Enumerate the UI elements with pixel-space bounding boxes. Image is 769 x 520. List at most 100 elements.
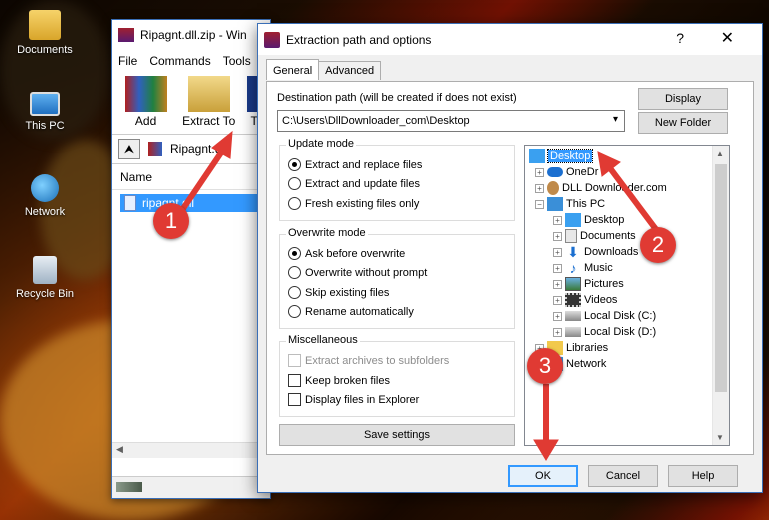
winrar-pathbar: ⮝ Ripagnt.dll. xyxy=(112,134,270,164)
menu-file[interactable]: File xyxy=(118,54,137,68)
tab-advanced[interactable]: Advanced xyxy=(318,61,382,80)
up-folder-button[interactable]: ⮝ xyxy=(118,139,140,159)
tree-node-desktop[interactable]: Desktop xyxy=(529,148,594,164)
desktop-icon-label: This PC xyxy=(25,120,65,132)
drive-key-icon xyxy=(116,482,142,492)
dll-file-icon xyxy=(124,195,136,211)
file-row-selected[interactable]: ripagnt.dll xyxy=(120,194,270,212)
expand-icon[interactable]: + xyxy=(553,279,562,289)
tree-label: Desktop xyxy=(584,214,625,226)
checkbox[interactable] xyxy=(288,374,301,387)
cloud-icon xyxy=(547,167,563,177)
column-header-name[interactable]: Name xyxy=(112,164,270,190)
menu-tools[interactable]: Tools xyxy=(223,54,251,68)
tree-node-downloads[interactable]: + ⬇ Downloads xyxy=(553,244,638,260)
radio-label: Rename automatically xyxy=(305,305,414,318)
close-icon[interactable]: ✕ xyxy=(721,28,734,48)
tab-general[interactable]: General xyxy=(266,59,320,80)
desktop-icon-this-pc[interactable]: This PC xyxy=(5,92,85,132)
save-settings-button[interactable]: Save settings xyxy=(279,424,515,446)
overwrite-mode-group: Overwrite mode Ask before overwrite Over… xyxy=(279,227,515,329)
tree-node-dll-downloader[interactable]: + DLL Downloader.com xyxy=(535,180,667,196)
radio-label: Extract and replace files xyxy=(305,158,423,171)
archive-icon xyxy=(148,142,162,156)
radio-button[interactable] xyxy=(288,305,301,318)
radio-button[interactable] xyxy=(288,286,301,299)
expand-icon[interactable]: + xyxy=(553,327,562,337)
expand-icon[interactable]: + xyxy=(535,183,544,193)
desktop-icon-network[interactable]: Network xyxy=(5,174,85,218)
radio-label: Skip existing files xyxy=(305,286,390,299)
tree-label: OneDr xyxy=(566,166,599,178)
radio-rename-automatically[interactable]: Rename automatically xyxy=(288,305,414,318)
tree-node-this-pc[interactable]: − This PC xyxy=(535,196,605,212)
tree-node-videos[interactable]: + Videos xyxy=(553,292,617,308)
help-icon[interactable]: ? xyxy=(676,30,684,46)
radio-ask-before-overwrite[interactable]: Ask before overwrite xyxy=(288,247,405,260)
checkbox-display-in-explorer[interactable]: Display files in Explorer xyxy=(288,393,419,406)
scroll-down-icon[interactable]: ▼ xyxy=(716,433,724,442)
expand-icon[interactable]: + xyxy=(553,295,562,305)
tree-vertical-scrollbar[interactable]: ▲ ▼ xyxy=(712,146,729,445)
display-button[interactable]: Display xyxy=(638,88,728,110)
winrar-toolbar: Add Extract To T xyxy=(112,72,270,134)
step-marker-2: 2 xyxy=(640,227,676,263)
dialog-tabs: General Advanced xyxy=(266,59,382,80)
radio-button[interactable] xyxy=(288,177,301,190)
checkbox-keep-broken-files[interactable]: Keep broken files xyxy=(288,374,390,387)
expand-icon[interactable]: + xyxy=(553,231,562,241)
radio-button[interactable] xyxy=(288,266,301,279)
folder-tree[interactable]: Desktop + OneDr + DLL Downloader.com − T… xyxy=(524,145,730,446)
desktop-icon-label: Recycle Bin xyxy=(15,288,75,300)
radio-fresh-existing[interactable]: Fresh existing files only xyxy=(288,197,419,210)
tree-node-pictures[interactable]: + Pictures xyxy=(553,276,624,292)
radio-label: Overwrite without prompt xyxy=(305,266,428,279)
add-button[interactable]: Add xyxy=(118,76,173,130)
tree-node-onedrive[interactable]: + OneDr xyxy=(535,164,598,180)
desktop-icon-documents[interactable]: Documents xyxy=(5,10,85,56)
horizontal-scrollbar[interactable]: ◀ xyxy=(112,442,270,458)
step-marker-3: 3 xyxy=(527,348,563,384)
tree-node-local-disk-c[interactable]: + Local Disk (C:) xyxy=(553,308,656,324)
ok-button[interactable]: OK xyxy=(508,465,578,487)
radio-skip-existing[interactable]: Skip existing files xyxy=(288,286,389,299)
radio-overwrite-without-prompt[interactable]: Overwrite without prompt xyxy=(288,266,427,279)
menu-commands[interactable]: Commands xyxy=(149,54,210,68)
winrar-title: Ripagnt.dll.zip - Win xyxy=(140,28,247,42)
radio-button[interactable] xyxy=(288,247,301,260)
tree-node-pc-desktop[interactable]: + Desktop xyxy=(553,212,624,228)
update-mode-group: Update mode Extract and replace files Ex… xyxy=(279,138,515,221)
scroll-up-icon[interactable]: ▲ xyxy=(716,149,724,158)
tree-node-music[interactable]: + ♪ Music xyxy=(553,260,613,276)
tree-label: Network xyxy=(566,358,607,370)
desktop-icon-recycle-bin[interactable]: Recycle Bin xyxy=(5,256,85,300)
tree-node-local-disk-d[interactable]: + Local Disk (D:) xyxy=(553,324,656,340)
radio-extract-update[interactable]: Extract and update files xyxy=(288,177,420,190)
chevron-down-icon[interactable]: ▾ xyxy=(613,114,618,125)
expand-icon[interactable]: + xyxy=(553,247,562,257)
radio-button[interactable] xyxy=(288,158,301,171)
drive-icon xyxy=(565,311,581,321)
winrar-titlebar: Ripagnt.dll.zip - Win xyxy=(112,20,270,50)
help-button[interactable]: Help xyxy=(668,465,738,487)
radio-extract-replace[interactable]: Extract and replace files xyxy=(288,158,422,171)
radio-label: Extract and update files xyxy=(305,177,420,190)
collapse-icon[interactable]: − xyxy=(535,199,544,209)
tree-label: Downloads xyxy=(584,246,639,258)
desktop-icon-label: Network xyxy=(24,206,66,218)
expand-icon[interactable]: + xyxy=(535,167,544,177)
expand-icon[interactable]: + xyxy=(553,215,562,225)
winrar-app-icon xyxy=(118,28,134,42)
checkbox[interactable] xyxy=(288,393,301,406)
expand-icon[interactable]: + xyxy=(553,311,562,321)
cancel-button[interactable]: Cancel xyxy=(588,465,658,487)
scroll-thumb[interactable] xyxy=(715,164,727,392)
destination-path-combo[interactable]: C:\Users\DllDownloader_com\Desktop ▾ xyxy=(277,110,625,132)
extract-to-label: Extract To xyxy=(182,114,236,128)
new-folder-button[interactable]: New Folder xyxy=(638,112,728,134)
tree-node-documents[interactable]: + Documents xyxy=(553,228,636,244)
radio-button[interactable] xyxy=(288,197,301,210)
expand-icon[interactable]: + xyxy=(553,263,562,273)
extract-to-button[interactable]: Extract To xyxy=(181,76,236,130)
winrar-statusbar xyxy=(112,476,270,498)
